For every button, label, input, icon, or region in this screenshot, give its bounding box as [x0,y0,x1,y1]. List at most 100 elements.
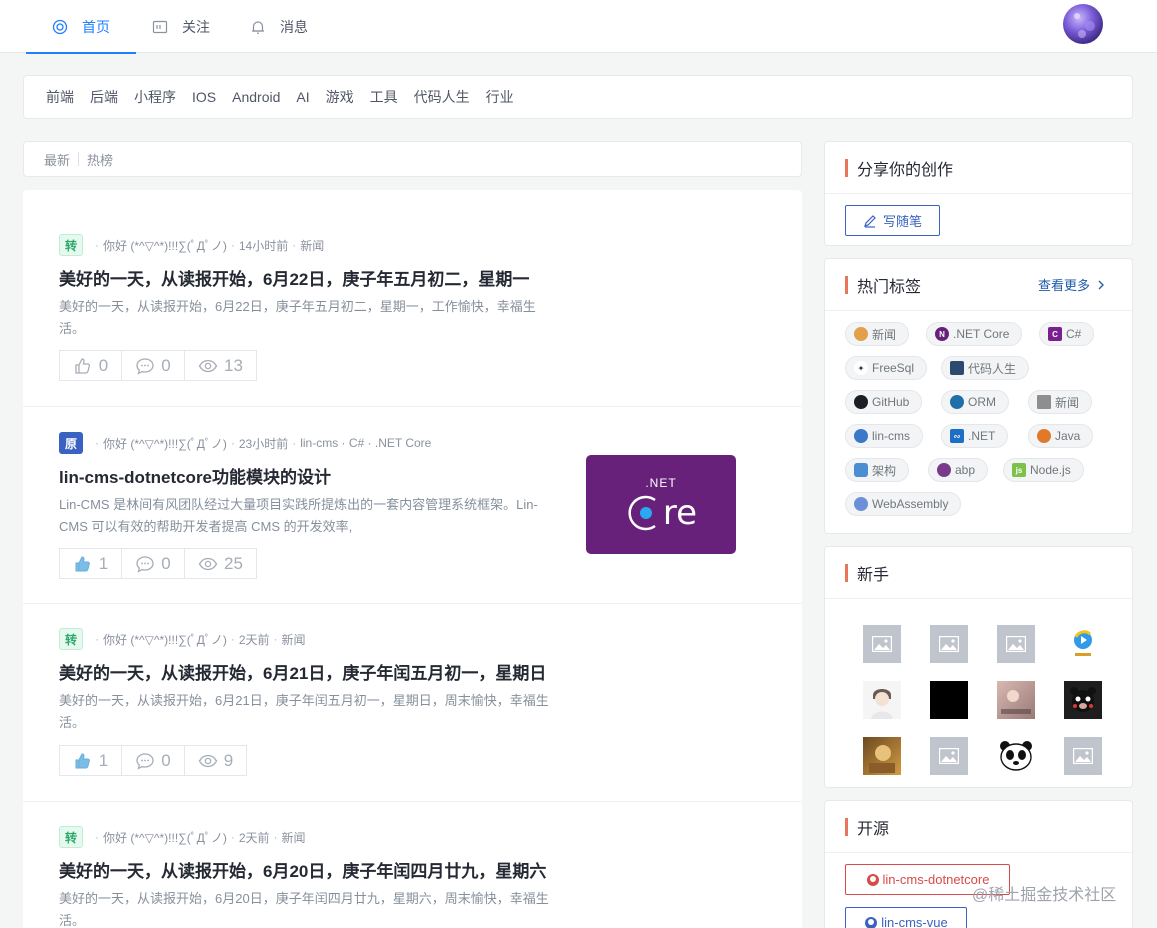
article-meta: 原 · 你好 (*^▽^*)!!!∑(ﾟДﾟノ) · 23小时前 · lin-c… [59,432,431,454]
user-avatar[interactable] [863,681,901,719]
category-backend[interactable]: 后端 [90,87,118,107]
article-author[interactable]: 你好 (*^▽^*)!!!∑(ﾟДﾟノ) [103,237,227,254]
architecture-icon [854,463,868,477]
article-title[interactable]: 美好的一天，从读报开始，6月20日，庚子年闰四月廿九，星期六 [59,857,559,882]
category-tools[interactable]: 工具 [370,87,398,107]
repost-badge: 转 [59,234,83,256]
article-item[interactable]: 转 · 你好 (*^▽^*)!!!∑(ﾟДﾟノ) · 14小时前 · 新闻 美好… [23,190,802,407]
article-title[interactable]: lin-cms-dotnetcore功能模块的设计 [59,463,559,488]
bear-avatar-icon [1070,687,1096,712]
tag-csharp[interactable]: C C# [1039,322,1095,346]
like-button[interactable]: 1 [59,745,122,776]
card-title: 开源 [825,801,1132,853]
eye-icon [198,557,218,570]
tag-nodejs[interactable]: js Node.js [1003,458,1084,482]
user-avatar-placeholder[interactable] [1064,737,1102,775]
user-avatar-placeholder[interactable] [930,737,968,775]
article-author[interactable]: 你好 (*^▽^*)!!!∑(ﾟДﾟノ) [103,631,227,648]
newbie-title: 新手 [857,566,890,584]
category-miniprogram[interactable]: 小程序 [134,87,176,107]
article-meta: 转 · 你好 (*^▽^*)!!!∑(ﾟДﾟノ) · 2天前 · 新闻 [59,628,306,650]
category-ios[interactable]: IOS [192,89,216,105]
image-placeholder-icon [872,636,892,652]
orm-icon [950,395,964,409]
tag-orm[interactable]: ORM [941,390,1009,414]
article-time: 23小时前 [238,436,289,451]
sort-hot[interactable]: 热榜 [87,150,113,169]
thumbs-up-icon [75,752,90,768]
category-ai[interactable]: AI [296,89,309,105]
tag-webassembly[interactable]: WebAssembly [845,492,962,516]
code-life-icon [950,361,964,375]
repost-badge: 转 [59,826,83,848]
user-avatar-placeholder[interactable] [930,625,968,663]
like-button[interactable]: 0 [59,350,122,381]
sort-latest[interactable]: 最新 [44,150,70,169]
article-title[interactable]: 美好的一天，从读报开始，6月21日，庚子年闰五月初一，星期日 [59,659,559,684]
article-tags[interactable]: 新闻 [282,829,306,846]
article-item[interactable]: 转 · 你好 (*^▽^*)!!!∑(ﾟДﾟノ) · 2天前 · 新闻 美好的一… [23,802,802,928]
newspaper-icon [1037,395,1051,409]
comment-button[interactable]: 0 [121,745,185,776]
article-author[interactable]: 你好 (*^▽^*)!!!∑(ﾟДﾟノ) [103,829,227,846]
repo-link-lin-cms-vue[interactable]: lin-cms-vue [845,907,967,928]
news-icon [854,327,868,341]
user-avatar[interactable] [1064,625,1102,663]
comment-icon [136,357,154,375]
article-tags[interactable]: lin-cms · C# · .NET Core [300,436,431,450]
user-avatar[interactable] [997,737,1035,775]
user-avatar[interactable] [930,681,968,719]
tag-lin-cms[interactable]: lin-cms [845,424,923,448]
hot-tags-card: 热门标签 查看更多 新闻 N .NET Core C C# ✦ FreeSql 代码人… [824,258,1133,534]
user-avatar[interactable] [863,737,901,775]
article-thumbnail[interactable]: .NET re [586,455,736,554]
tag-freesql[interactable]: ✦ FreeSql [845,356,928,380]
view-more-link[interactable]: 查看更多 [1038,275,1108,294]
comment-button[interactable]: 0 [121,350,185,381]
repost-badge: 转 [59,628,83,650]
tag-java[interactable]: Java [1028,424,1094,448]
write-essay-button[interactable]: 写随笔 [845,205,940,236]
tab-messages[interactable]: 消息 [250,0,308,53]
article-item[interactable]: 转 · 你好 (*^▽^*)!!!∑(ﾟДﾟノ) · 2天前 · 新闻 美好的一… [23,604,802,802]
tag-news-2[interactable]: 新闻 [1028,390,1093,414]
photo-avatar-icon [869,745,895,773]
image-placeholder-icon [939,636,959,652]
bell-icon [250,19,266,35]
like-button[interactable]: 1 [59,548,122,579]
tag-code-life[interactable]: 代码人生 [941,356,1030,380]
tag-github[interactable]: GitHub [845,390,923,414]
article-title[interactable]: 美好的一天，从读报开始，6月22日，庚子年五月初二，星期一 [59,265,559,290]
comment-button[interactable]: 0 [121,548,185,579]
article-actions: 1 0 9 [59,745,247,776]
tag-abp[interactable]: abp [928,458,989,482]
article-tags[interactable]: 新闻 [282,631,306,648]
article-meta: 转 · 你好 (*^▽^*)!!!∑(ﾟДﾟノ) · 14小时前 · 新闻 [59,234,324,256]
tab-home[interactable]: 首页 [26,0,136,54]
image-placeholder-icon [1006,636,1026,652]
user-avatar[interactable] [1063,4,1103,44]
category-android[interactable]: Android [232,89,280,105]
category-frontend[interactable]: 前端 [46,87,74,107]
tag-dotnet[interactable]: ∾ .NET [941,424,1009,448]
thumbs-up-icon [75,555,90,571]
category-games[interactable]: 游戏 [326,87,354,107]
user-avatar-placeholder[interactable] [863,625,901,663]
category-code-life[interactable]: 代码人生 [414,87,470,107]
article-list: 转 · 你好 (*^▽^*)!!!∑(ﾟДﾟノ) · 14小时前 · 新闻 美好… [23,190,802,928]
article-tags[interactable]: 新闻 [300,237,324,254]
tag-netcore[interactable]: N .NET Core [926,322,1023,346]
tag-architecture[interactable]: 架构 [845,458,910,482]
comment-icon [136,752,154,770]
abp-icon [937,463,951,477]
tab-label: 消息 [280,18,308,35]
user-avatar-placeholder[interactable] [997,625,1035,663]
category-industry[interactable]: 行业 [486,87,514,107]
view-count: 9 [223,750,234,770]
tag-news[interactable]: 新闻 [845,322,910,346]
tab-follow[interactable]: 关注 [152,0,210,53]
article-author[interactable]: 你好 (*^▽^*)!!!∑(ﾟДﾟノ) [103,435,227,452]
user-avatar[interactable] [997,681,1035,719]
thumbs-up-icon [75,357,90,374]
user-avatar[interactable] [1064,681,1102,719]
